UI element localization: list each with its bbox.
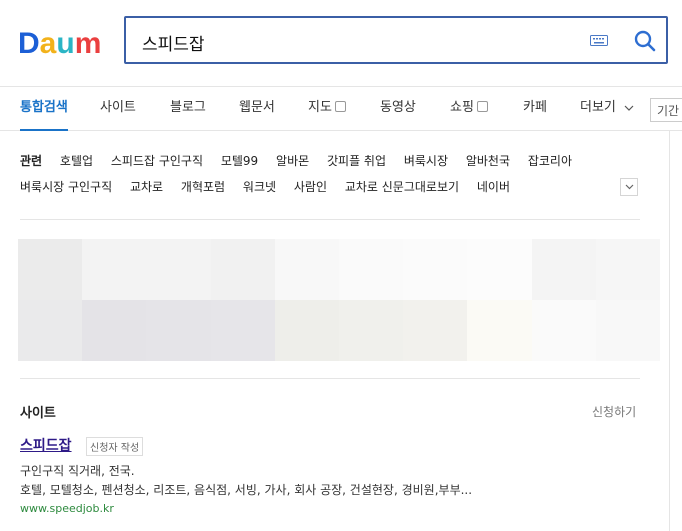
related-item[interactable]: 교차로 bbox=[130, 180, 163, 194]
image-thumbnail[interactable] bbox=[18, 300, 83, 361]
tab-map[interactable]: 지도 bbox=[308, 86, 346, 130]
register-site-link[interactable]: 신청하기 bbox=[592, 403, 636, 420]
period-button[interactable]: 기간 bbox=[650, 98, 682, 122]
image-thumbnail[interactable] bbox=[274, 239, 339, 300]
related-item[interactable]: 잡코리아 bbox=[528, 154, 572, 168]
keyboard-icon[interactable] bbox=[590, 35, 608, 46]
related-item[interactable]: 갓피플 취업 bbox=[327, 154, 386, 168]
site-description: 구인구직 직거래, 전국. bbox=[20, 464, 135, 478]
related-item[interactable]: 스피드잡 구인구직 bbox=[111, 154, 203, 168]
section-divider bbox=[20, 219, 640, 220]
site-result-title[interactable]: 스피드잡 bbox=[20, 435, 72, 455]
image-thumbnail[interactable] bbox=[338, 300, 404, 361]
related-item[interactable]: 벼룩시장 구인구직 bbox=[20, 180, 112, 194]
header: Daum 스피드잡 bbox=[0, 0, 682, 87]
image-thumbnail[interactable] bbox=[467, 300, 532, 361]
image-thumbnail[interactable] bbox=[403, 300, 468, 361]
related-item[interactable]: 교차로 신문그대로보기 bbox=[345, 180, 459, 194]
related-item[interactable]: 호텔업 bbox=[60, 154, 93, 168]
tab-cafe[interactable]: 카페 bbox=[523, 86, 547, 130]
expand-related-button[interactable] bbox=[620, 178, 638, 196]
tab-integrated[interactable]: 통합검색 bbox=[20, 86, 68, 131]
image-thumbnail[interactable] bbox=[338, 239, 404, 300]
related-title: 관련 bbox=[20, 154, 43, 168]
section-divider bbox=[20, 378, 640, 379]
image-thumbnail[interactable] bbox=[274, 300, 339, 361]
tab-more[interactable]: 더보기 bbox=[580, 86, 634, 130]
image-thumbnail[interactable] bbox=[18, 239, 83, 300]
tab-blog[interactable]: 블로그 bbox=[170, 86, 206, 130]
image-thumbnail[interactable] bbox=[210, 239, 275, 300]
search-box: 스피드잡 bbox=[124, 16, 668, 64]
tab-shopping[interactable]: 쇼핑 bbox=[450, 86, 488, 130]
related-row: 벼룩시장 구인구직 교차로 개혁포럼 워크넷 사람인 교차로 신문그대로보기 네… bbox=[20, 178, 524, 195]
chevron-down-icon bbox=[625, 184, 634, 190]
related-item[interactable]: 알바천국 bbox=[466, 154, 510, 168]
svg-text:Daum: Daum bbox=[18, 27, 101, 58]
image-thumbnail[interactable] bbox=[210, 300, 275, 361]
registrant-badge: 신청자 작성 bbox=[86, 437, 144, 456]
related-item[interactable]: 벼룩시장 bbox=[404, 154, 448, 168]
site-section-heading: 사이트 bbox=[20, 406, 56, 421]
related-item[interactable]: 개혁포럼 bbox=[181, 180, 225, 194]
related-item[interactable]: 네이버 bbox=[477, 180, 510, 194]
chevron-down-icon bbox=[624, 105, 634, 111]
checkbox-icon bbox=[476, 101, 488, 112]
related-item[interactable]: 워크넷 bbox=[243, 180, 276, 194]
related-item[interactable]: 사람인 bbox=[294, 180, 327, 194]
search-tabs: 통합검색 사이트 블로그 웹문서 지도 동영상 쇼핑 카페 더보기 bbox=[0, 86, 682, 131]
image-thumbnail[interactable] bbox=[403, 239, 468, 300]
site-url[interactable]: www.speedjob.kr bbox=[20, 502, 114, 515]
tab-site[interactable]: 사이트 bbox=[100, 86, 136, 130]
tab-web[interactable]: 웹문서 bbox=[239, 86, 275, 130]
daum-logo[interactable]: Daum bbox=[18, 26, 106, 58]
related-item[interactable]: 알바몬 bbox=[276, 154, 309, 168]
right-divider bbox=[669, 131, 670, 531]
image-thumbnail[interactable] bbox=[595, 300, 660, 361]
image-thumbnail[interactable] bbox=[146, 300, 211, 361]
tab-video[interactable]: 동영상 bbox=[380, 86, 416, 130]
image-thumbnail[interactable] bbox=[467, 239, 532, 300]
image-results bbox=[18, 239, 660, 361]
image-thumbnail[interactable] bbox=[146, 239, 211, 300]
related-row: 관련 호텔업 스피드잡 구인구직 모텔99 알바몬 갓피플 취업 벼룩시장 알바… bbox=[20, 152, 586, 169]
search-input[interactable]: 스피드잡 bbox=[142, 30, 205, 55]
image-thumbnail[interactable] bbox=[531, 300, 596, 361]
image-thumbnail[interactable] bbox=[82, 300, 147, 361]
image-thumbnail[interactable] bbox=[531, 239, 596, 300]
site-description: 호텔, 모텔청소, 펜션청소, 리조트, 음식점, 서빙, 가사, 회사 공장,… bbox=[20, 483, 473, 497]
search-icon[interactable] bbox=[632, 28, 658, 54]
checkbox-icon bbox=[334, 101, 346, 112]
image-thumbnail[interactable] bbox=[595, 239, 660, 300]
related-item[interactable]: 모텔99 bbox=[221, 154, 258, 168]
image-thumbnail[interactable] bbox=[82, 239, 147, 300]
